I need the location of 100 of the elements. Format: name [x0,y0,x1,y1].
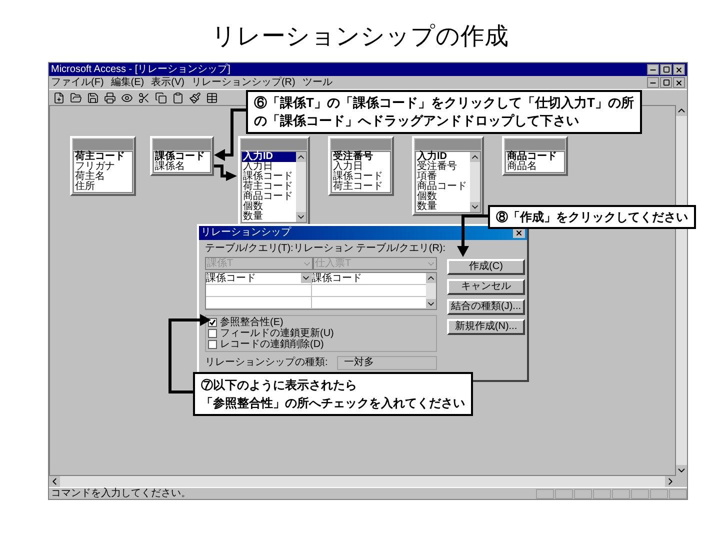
printer-icon[interactable] [104,92,116,104]
close-button[interactable] [513,228,525,238]
field-item[interactable]: 受注番号 [332,152,390,162]
horizontal-scrollbar[interactable] [49,476,676,487]
scrollbar[interactable] [426,273,436,309]
minimize-button[interactable] [647,77,659,88]
field-item[interactable]: 入力ID [416,152,470,162]
new-file-icon[interactable] [53,92,65,104]
scroll-right-icon[interactable] [665,476,676,487]
dialog-title: リレーションシップ [201,228,291,238]
field-item[interactable]: 入力日 [332,162,390,172]
status-pane [612,488,630,498]
menu-item[interactable]: ツール [302,78,332,88]
table-window[interactable]: 入力ID 入力日 課係コード 荷主コード 商品コード 個数 数量 [238,136,310,226]
scroll-down-icon[interactable] [426,299,436,309]
menu-item[interactable]: 編集(E) [110,78,144,88]
menu-item[interactable]: 表示(V) [151,78,184,88]
dropdown-arrow-icon[interactable] [301,273,311,283]
preview-icon[interactable] [121,92,133,104]
field-item[interactable]: 受注番号 [416,162,470,172]
table-window[interactable]: 受注番号 入力日 課係コード 荷主コード [328,136,394,196]
table-title-bar [505,139,565,150]
checkbox[interactable] [208,329,217,338]
field-item[interactable]: 個数 [242,202,296,212]
status-text: コマンドを入力してください。 [50,488,192,498]
scroll-down-icon[interactable] [470,202,480,212]
table-title-bar [241,139,307,150]
table-title-bar [153,139,211,150]
close-button[interactable] [673,64,685,75]
clipboard-icon[interactable] [172,92,184,104]
callout-text: ⑥「課係T」の「課係コード」をクリックして「仕切入力T」の所 [254,94,634,112]
grid-cell[interactable]: 課係コード [206,273,256,284]
status-pane [574,488,592,498]
table-window[interactable]: 入力ID 受注番号 項番 商品コード 個数 数量 [412,136,484,216]
table-icon[interactable] [206,92,218,104]
field-item[interactable]: 課係コード [154,152,210,162]
table-window[interactable]: 荷主コード フリガナ 荷主名 住所 [70,136,136,196]
scrollbar[interactable] [296,152,306,222]
close-icon [675,78,683,86]
scroll-down-icon[interactable] [676,465,687,476]
field-item[interactable]: 課係コード [242,172,296,182]
table-window[interactable]: 課係コード 課係名 [150,136,214,176]
callout-text: 「参照整合性」の所へチェックを入れてください [201,395,465,412]
maximize-button[interactable] [660,64,672,75]
field-item[interactable]: 商品コード [242,192,296,202]
field-item[interactable]: 商品コード [416,182,470,192]
dialog-button[interactable]: 作成(C) [447,259,525,275]
callout-text: ⑧「作成」をクリックしてください [496,209,688,226]
field-item[interactable]: 荷主コード [74,152,132,162]
field-item[interactable]: 荷主名 [74,172,132,182]
scroll-up-icon[interactable] [296,152,306,162]
field-item[interactable]: 商品名 [506,162,564,172]
scrollbar[interactable] [470,152,480,212]
cut-icon[interactable] [138,92,150,104]
arrow [214,164,237,181]
scroll-left-icon[interactable] [49,476,60,487]
field-item[interactable]: 入力日 [242,162,296,172]
table-title-bar [331,139,391,150]
minimize-button[interactable] [647,64,659,75]
dialog-button[interactable]: キャンセル [447,279,525,295]
save-icon[interactable] [87,92,99,104]
scroll-up-icon[interactable] [676,105,687,116]
status-pane [631,488,649,498]
grid-cell[interactable]: 課係コード [312,273,362,284]
field-item[interactable]: 数量 [416,202,470,212]
brush-icon[interactable] [189,92,201,104]
maximize-button[interactable] [660,77,672,88]
checkbox[interactable] [208,340,217,349]
field-item[interactable]: 課係コード [332,172,390,182]
menu-item[interactable]: ファイル(F) [51,78,104,88]
field-item[interactable]: 数量 [242,212,296,222]
field-item[interactable]: 住所 [74,182,132,192]
copy-icon[interactable] [155,92,167,104]
field-item[interactable]: 入力ID [242,152,296,162]
field-item[interactable]: 商品コード [506,152,564,162]
status-pane [669,488,687,498]
close-button[interactable] [673,77,685,88]
field-item[interactable]: 項番 [416,172,470,182]
checkbox[interactable] [208,318,217,327]
scroll-up-icon[interactable] [426,273,436,283]
checkbox-label: 参照整合性(E) [220,317,284,328]
field-item[interactable]: 個数 [416,192,470,202]
check-icon [209,319,216,326]
dialog-button[interactable]: 結合の種類(J)... [447,299,525,315]
close-icon [675,66,683,74]
field-item[interactable]: フリガナ [74,162,132,172]
scroll-down-icon[interactable] [296,212,306,222]
field-item[interactable]: 荷主コード [242,182,296,192]
field-item[interactable]: 課係名 [154,162,210,172]
status-pane [593,488,611,498]
folder-icon[interactable] [70,92,82,104]
slide-title: リレーションシップの作成 [212,22,508,50]
field-label: リレーション テーブル/クエリ(R): [293,243,446,255]
callout-text: ⑦以下のように表示されたら [201,377,358,394]
menu-item[interactable]: リレーションシップ(R) [191,78,296,88]
field-item[interactable]: 荷主コード [332,182,390,192]
dialog-button[interactable]: 新規作成(N)... [447,319,525,335]
checkbox-label: レコードの連鎖削除(D) [220,339,324,350]
scroll-up-icon[interactable] [470,152,480,162]
table-window[interactable]: 商品コード 商品名 [502,136,568,176]
